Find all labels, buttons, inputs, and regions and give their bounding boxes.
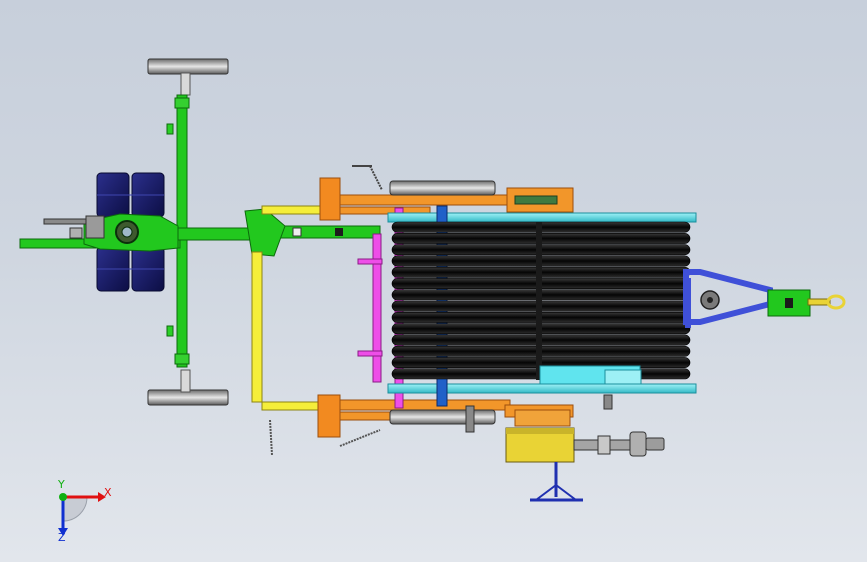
orientation-triad[interactable]: X Y Z	[57, 478, 112, 544]
z-axis-label: Z	[58, 531, 66, 544]
y-axis-dot	[59, 493, 67, 501]
wheel-hub-top	[180, 72, 191, 96]
x-axis-label: X	[104, 486, 112, 499]
bracket	[319, 177, 341, 221]
cad-viewport[interactable]: X Y Z	[0, 0, 867, 562]
wheel-hub-bottom	[180, 369, 191, 393]
drum-side-plate-bottom	[387, 383, 697, 394]
hose-reel-model-top-view[interactable]: X Y Z	[0, 0, 867, 562]
drawbar	[683, 269, 846, 328]
hose-drum	[387, 180, 697, 425]
gearbox-pto	[505, 409, 665, 502]
y-axis-label: Y	[57, 478, 65, 491]
rear-wheel-top	[147, 58, 229, 75]
drum-divider	[536, 222, 542, 380]
drum-side-plate-top	[387, 212, 697, 223]
hose-drum-flange	[389, 180, 496, 196]
hose-coils	[391, 221, 691, 380]
bracket	[317, 394, 341, 438]
